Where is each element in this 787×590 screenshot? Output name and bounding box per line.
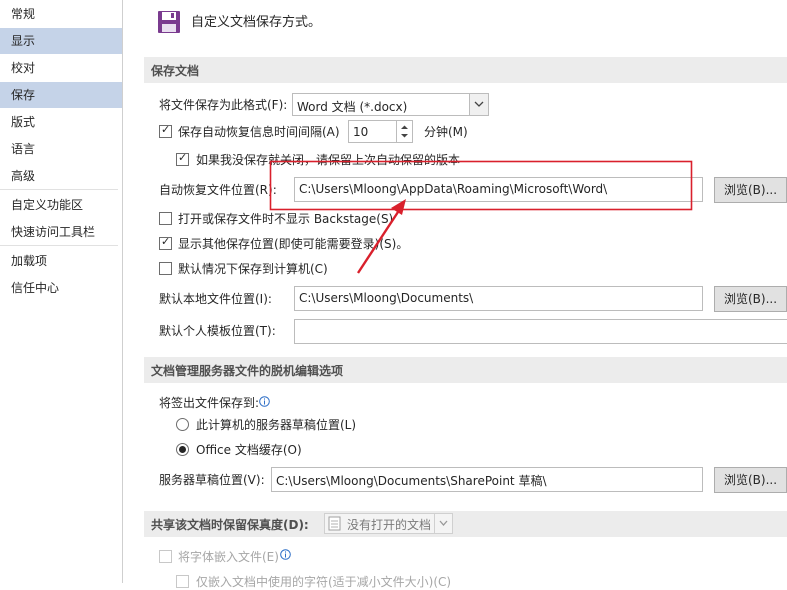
annotation-arrow-shaft [356, 211, 400, 274]
annotation-overlay [269, 160, 693, 274]
annotation-highlight-box [269, 160, 693, 211]
annotation-arrowhead [391, 199, 406, 215]
